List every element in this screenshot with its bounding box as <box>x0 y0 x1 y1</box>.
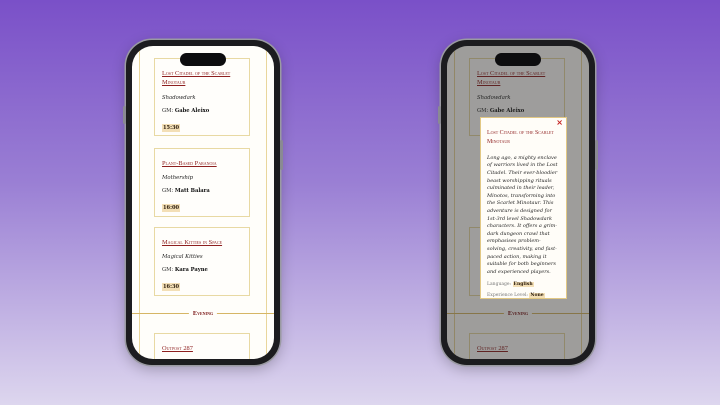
gm-line: GM: Kara Payne <box>162 267 208 274</box>
session-card[interactable]: Plant-Based Paranoia Mothership GM: Matt… <box>154 148 250 217</box>
experience-label: Experience Level: <box>487 293 528 299</box>
experience-row: Experience Level: None <box>487 293 560 298</box>
session-title-link[interactable]: Plant-Based Paranoia <box>162 159 242 168</box>
session-card[interactable]: Outpost 287 <box>154 333 250 359</box>
volume-button <box>438 106 441 124</box>
game-system: Magical Kitties <box>162 254 203 261</box>
session-details-modal: × Lost Citadel of the Scarlet Minotaur L… <box>480 117 567 299</box>
session-title-link[interactable]: Lost Citadel of the Scarlet Minotaur <box>162 69 242 88</box>
time-badge: 15:30 <box>162 123 181 132</box>
modal-title: Lost Citadel of the Scarlet Minotaur <box>487 130 554 146</box>
close-icon[interactable]: × <box>556 119 563 127</box>
modal-description: Long ago, a mighty enclave of warriors l… <box>487 154 558 275</box>
session-title-link[interactable]: Magical Kitties in Space <box>162 238 242 247</box>
language-value: English <box>512 282 534 288</box>
time-badge: 16:00 <box>162 204 181 213</box>
session-card[interactable]: Lost Citadel of the Scarlet Minotaur Sha… <box>154 58 250 136</box>
right-phone-screen: Lost Citadel of the Scarlet Minotaur Sha… <box>447 46 589 359</box>
session-card[interactable]: Magical Kitties in Space Magical Kitties… <box>154 227 250 296</box>
experience-value: None <box>529 293 545 299</box>
session-title-link[interactable]: Outpost 287 <box>162 344 242 353</box>
gm-line: GM: Gabe Aleixo <box>162 107 210 114</box>
game-system: Shadowdark <box>162 94 196 101</box>
dynamic-island <box>180 53 226 66</box>
language-row: Language: English <box>487 282 560 288</box>
language-label: Language: <box>487 282 512 288</box>
time-badge: 16:30 <box>162 283 181 292</box>
dynamic-island <box>495 53 541 66</box>
left-phone-screen: Lost Citadel of the Scarlet Minotaur Sha… <box>132 46 274 359</box>
section-divider: Evening <box>132 309 274 319</box>
volume-button <box>123 106 126 124</box>
gm-line: GM: Matt Balara <box>162 188 210 195</box>
power-button <box>280 140 283 170</box>
game-system: Mothership <box>162 175 194 182</box>
power-button <box>595 140 598 170</box>
section-heading-evening: Evening <box>188 309 218 318</box>
left-phone-mockup: Lost Citadel of the Scarlet Minotaur Sha… <box>123 40 283 365</box>
right-phone-mockup: Lost Citadel of the Scarlet Minotaur Sha… <box>438 40 598 365</box>
